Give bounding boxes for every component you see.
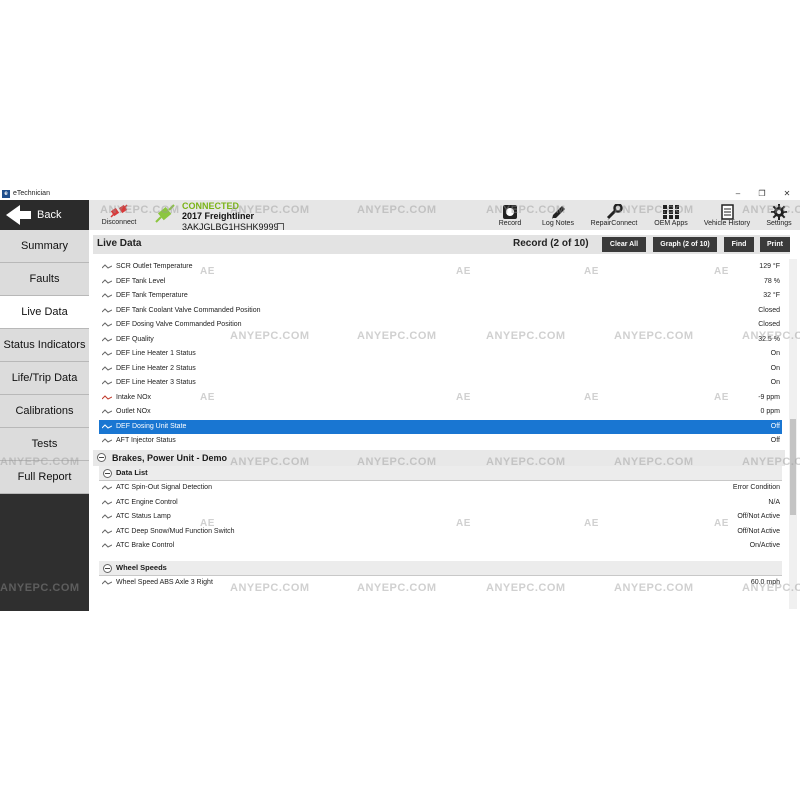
collapse-icon[interactable] [97,453,106,462]
watermark-mark: AE [200,392,215,403]
graph-line-icon [102,351,112,356]
watermark-mark: AE [456,266,471,277]
back-arrow-icon [6,205,20,225]
live-data-panel: Live Data Record (2 of 10) Clear All Gra… [89,230,800,611]
watermark: ANYEPC.COM [230,204,310,216]
watermark: ANYEPC.COM [357,330,437,342]
watermark-mark: AE [714,266,729,277]
graph-button[interactable]: Graph (2 of 10) [653,237,717,252]
sidebar-item-summary[interactable]: Summary [0,230,89,263]
subheader-data-list[interactable]: Data List [99,466,782,481]
document-icon [721,204,734,220]
graph-line-icon [102,336,112,342]
restore-icon[interactable]: ❐ [751,188,773,200]
table-row[interactable]: ATC Brake Control On/Active [99,539,782,553]
graph-line-icon [102,307,112,313]
table-row[interactable]: DEF Tank Coolant Valve Commanded Positio… [99,304,782,318]
sidebar-item-faults[interactable]: Faults [0,263,89,296]
sidebar-item-life-trip-data[interactable]: Life/Trip Data [0,362,89,395]
window-title: eTechnician [13,190,50,197]
watermark-mark: AE [584,266,599,277]
minimize-icon[interactable]: – [727,188,749,200]
watermark-mark: AE [714,518,729,529]
etechnician-window: e eTechnician – ❐ ✕ Back Disconnect CONN… [0,188,800,611]
graph-line-icon [102,365,112,371]
watermark: ANYEPC.COM [0,456,80,468]
watermark: ANYEPC.COM [357,582,437,594]
close-icon[interactable]: ✕ [776,188,798,200]
subheader-wheel-speeds[interactable]: Wheel Speeds [99,561,782,576]
graph-line-icon [102,278,112,284]
graph-line-icon [102,409,112,414]
watermark-mark: AE [456,392,471,403]
watermark: ANYEPC.COM [0,582,80,594]
table-row[interactable]: Outlet NOx 0 ppm [99,405,782,419]
table-row[interactable]: ATC Engine Control N/A [99,496,782,510]
back-button[interactable]: Back [0,200,89,230]
graph-line-icon [102,394,112,400]
sidebar-item-calibrations[interactable]: Calibrations [0,395,89,428]
sidebar: Summary Faults Live Data Status Indicato… [0,230,89,611]
table-row[interactable]: DEF Line Heater 1 Status On [99,347,782,361]
watermark-mark: AE [200,266,215,277]
graph-line-icon [102,322,112,327]
table-row-selected[interactable]: DEF Dosing Unit State Off [99,419,782,434]
page-title: Live Data [97,238,142,249]
table-row[interactable]: AFT Injector Status Off [99,434,782,448]
scrollbar[interactable] [789,259,797,609]
watermark: ANYEPC.COM [486,330,566,342]
sidebar-item-live-data[interactable]: Live Data [0,296,89,329]
watermark: ANYEPC.COM [486,456,566,468]
graph-line-icon [102,485,112,490]
graph-line-icon [102,380,112,385]
graph-line-icon [102,423,112,429]
watermark: ANYEPC.COM [742,330,800,342]
watermark: ANYEPC.COM [486,582,566,594]
disconnect-label: Disconnect [101,219,137,226]
graph-line-icon [102,580,112,585]
watermark: ANYEPC.COM [357,456,437,468]
back-label: Back [37,209,62,221]
watermark-mark: AE [714,392,729,403]
watermark: ANYEPC.COM [230,330,310,342]
graph-line-icon [102,528,112,534]
sidebar-item-status-indicators[interactable]: Status Indicators [0,329,89,362]
watermark-mark: AE [200,518,215,529]
watermark-mark: AE [584,518,599,529]
graph-line-icon [102,514,112,519]
watermark: ANYEPC.COM [614,582,694,594]
watermark: ANYEPC.COM [742,456,800,468]
watermark: ANYEPC.COM [742,582,800,594]
table-row[interactable]: DEF Line Heater 2 Status On [99,362,782,376]
watermark-mark: AE [456,518,471,529]
watermark: ANYEPC.COM [614,456,694,468]
watermark: ANYEPC.COM [614,330,694,342]
watermark: ANYEPC.COM [230,456,310,468]
record-count: Record (2 of 10) [513,238,589,249]
table-row[interactable]: ATC Spin-Out Signal Detection Error Condi… [99,481,782,495]
print-button[interactable]: Print [760,237,790,252]
graph-line-icon [102,438,112,443]
collapse-icon[interactable] [103,469,112,478]
graph-line-icon [102,264,112,269]
watermark: ANYEPC.COM [742,204,800,216]
watermark-mark: AE [584,392,599,403]
live-data-header: Live Data Record (2 of 10) Clear All Gra… [93,235,790,254]
title-bar: e eTechnician – ❐ ✕ [0,188,800,200]
app-logo-icon: e [2,190,10,198]
clear-all-button[interactable]: Clear All [602,237,646,252]
collapse-icon[interactable] [103,564,112,573]
table-row[interactable]: DEF Line Heater 3 Status On [99,376,782,390]
watermark: ANYEPC.COM [230,582,310,594]
table-row[interactable]: DEF Tank Temperature 32 °F [99,289,782,303]
graph-line-icon [102,293,112,298]
graph-line-icon [102,499,112,505]
graph-line-icon [102,543,112,548]
find-button[interactable]: Find [724,237,754,252]
watermark: ANYEPC.COM [357,204,437,216]
watermark: ANYEPC.COM [100,204,180,216]
watermark: ANYEPC.COM [614,204,694,216]
watermark: ANYEPC.COM [486,204,566,216]
